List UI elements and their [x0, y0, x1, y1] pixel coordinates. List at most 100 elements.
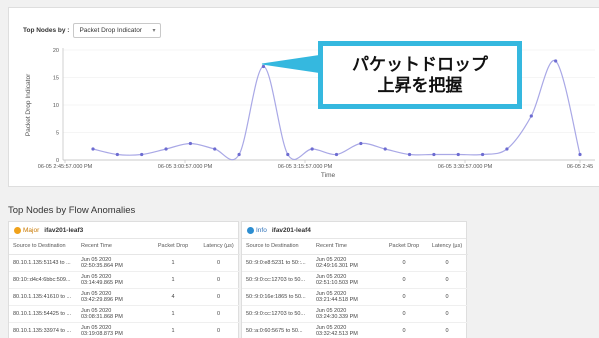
data-point: [140, 152, 144, 157]
callout-pointer: [261, 54, 324, 74]
latency-cell: 0: [426, 322, 468, 338]
data-point: [432, 152, 436, 157]
warning-icon: [14, 226, 21, 234]
data-point: [286, 152, 290, 157]
x-tick-label: 06-05 3:15:57.000 PM: [278, 164, 333, 170]
section-title: Top Nodes by Flow Anomalies: [8, 205, 136, 216]
y-tick-label: 20: [53, 48, 59, 54]
x-tick-label: 06-05 3:30:57.000 PM: [438, 164, 493, 170]
packet-drop-cell: 1: [149, 322, 197, 338]
recent-time-cell: Jun 05 2020 03:08:31.868 PM: [77, 305, 149, 323]
col-header[interactable]: Packet Drop: [149, 239, 197, 255]
flow-table: Source to Destination Recent Time Packet…: [9, 239, 240, 338]
flow-table: Source to Destination Recent Time Packet…: [242, 239, 468, 338]
source-destination-cell[interactable]: 50::9:0:16e:1865 to 50...: [242, 288, 312, 306]
table-row[interactable]: 80:10::d4c4:6bbc:509... Jun 05 2020 03:14:…: [9, 271, 240, 289]
x-tick-label: 06-05 2:45:57.000 PM: [38, 164, 93, 170]
data-point: [164, 147, 168, 151]
table-row[interactable]: 50::9:0:16e:1865 to 50... Jun 05 2020 03:2…: [242, 288, 468, 306]
col-header[interactable]: Source to Destination: [242, 239, 312, 255]
table-row[interactable]: 50::9:0:cc:12703 to 50... Jun 05 2020 03:2…: [242, 305, 468, 323]
packet-drop-cell: 4: [149, 288, 197, 306]
x-tick-label: 06-05 3:00:57.000 PM: [158, 164, 213, 170]
node-name[interactable]: ifav201-leaf3: [44, 227, 83, 234]
severity-badge: Info: [247, 226, 267, 234]
recent-clock-time: 03:14:49.865 PM: [81, 279, 123, 286]
table-row[interactable]: 80.10.1.135:51143 to ... Jun 05 2020 02:50…: [9, 254, 240, 272]
source-destination-cell[interactable]: 50::9:0:e8:5231 to 50::...: [242, 254, 312, 272]
source-destination-cell[interactable]: 50::9:0:cc:12703 to 50...: [242, 271, 312, 289]
latency-cell: 0: [197, 254, 240, 272]
callout-line-1: パケットドロップ: [352, 55, 488, 74]
severity-label: Info: [256, 226, 267, 234]
table-row[interactable]: 50::a:0:60:5675 to 50... Jun 05 2020 03:32…: [242, 322, 468, 338]
recent-time-cell: Jun 05 2020 02:49:16.301 PM: [312, 254, 382, 272]
source-destination-cell[interactable]: 50::a:0:60:5675 to 50...: [242, 322, 312, 338]
data-point: [359, 141, 363, 146]
data-point: [578, 152, 582, 157]
data-point: [383, 147, 387, 151]
data-point: [115, 152, 119, 157]
source-destination-cell[interactable]: 50::9:0:cc:12703 to 50...: [242, 305, 312, 323]
table-row[interactable]: 80.10.1.135:33974 to ... Jun 05 2020 03:19…: [9, 322, 240, 338]
data-point: [310, 147, 314, 151]
source-destination-cell[interactable]: 80.10.1.135:51143 to ...: [9, 254, 77, 272]
recent-clock-time: 03:32:42.513 PM: [316, 330, 358, 337]
data-point: [237, 152, 241, 157]
recent-clock-time: 03:24:30.339 PM: [316, 313, 358, 320]
latency-cell: 0: [197, 271, 240, 289]
data-point: [481, 152, 485, 157]
recent-time-cell: Jun 05 2020 03:42:29.896 PM: [77, 288, 149, 306]
recent-clock-time: 03:21:44.518 PM: [316, 296, 358, 303]
packet-drop-cell: 0: [382, 271, 426, 289]
data-point: [91, 147, 95, 151]
recent-clock-time: 02:50:35.864 PM: [81, 262, 123, 269]
col-header[interactable]: Source to Destination: [9, 239, 77, 255]
callout-line-2: 上昇を把握: [377, 76, 463, 95]
recent-clock-time: 03:19:08.873 PM: [81, 330, 123, 337]
col-header[interactable]: Latency (µs): [197, 239, 240, 255]
data-point: [188, 141, 192, 146]
packet-drop-cell: 0: [382, 254, 426, 272]
data-point: [554, 59, 558, 63]
data-point: [456, 152, 460, 157]
recent-time-cell: Jun 05 2020 03:32:42.513 PM: [312, 322, 382, 338]
table-row[interactable]: 50::9:0:e8:5231 to 50::... Jun 05 2020 02:…: [242, 254, 468, 272]
packet-drop-cell: 1: [149, 271, 197, 289]
table-row[interactable]: 80.10.1.135:41610 to ... Jun 05 2020 03:42…: [9, 288, 240, 306]
data-point: [261, 64, 266, 69]
severity-badge: Major: [14, 226, 39, 234]
y-tick-label: 5: [56, 131, 59, 137]
latency-cell: 0: [197, 322, 240, 338]
packet-drop-cell: 0: [382, 288, 426, 306]
latency-cell: 0: [197, 288, 240, 306]
recent-time-cell: Jun 05 2020 03:14:49.865 PM: [77, 271, 149, 289]
recent-time-cell: Jun 05 2020 02:50:35.864 PM: [77, 254, 149, 272]
data-point: [213, 147, 217, 151]
source-destination-cell[interactable]: 80:10::d4c4:6bbc:509...: [9, 271, 77, 289]
table-row[interactable]: 80.10.1.135:54425 to ... Jun 05 2020 03:08…: [9, 305, 240, 323]
col-header[interactable]: Recent Time: [77, 239, 149, 255]
node-name[interactable]: ifav201-leaf4: [272, 227, 311, 234]
packet-drop-cell: 1: [149, 254, 197, 272]
recent-clock-time: 03:42:29.896 PM: [81, 296, 123, 303]
data-point: [334, 152, 339, 157]
data-point: [505, 147, 509, 151]
data-point: [529, 114, 533, 118]
anomaly-card-info: Info ifav201-leaf4 Source to Destination…: [241, 221, 468, 338]
packet-drop-cell: 1: [149, 305, 197, 323]
recent-clock-time: 02:51:10.503 PM: [316, 279, 358, 286]
data-point: [407, 152, 412, 157]
x-tick-label: 06-05 2:45: [567, 164, 593, 170]
x-axis-title: Time: [321, 172, 336, 179]
latency-cell: 0: [197, 305, 240, 323]
anomaly-card-major: Major ifav201-leaf3 Source to Destinatio…: [8, 221, 240, 338]
source-destination-cell[interactable]: 80.10.1.135:54425 to ...: [9, 305, 77, 323]
col-header[interactable]: Latency (µs): [426, 239, 468, 255]
col-header[interactable]: Recent Time: [312, 239, 382, 255]
table-row[interactable]: 50::9:0:cc:12703 to 50... Jun 05 2020 02:5…: [242, 271, 468, 289]
source-destination-cell[interactable]: 80.10.1.135:33974 to ...: [9, 322, 77, 338]
recent-time-cell: Jun 05 2020 03:21:44.518 PM: [312, 288, 382, 306]
source-destination-cell[interactable]: 80.10.1.135:41610 to ...: [9, 288, 77, 306]
col-header[interactable]: Packet Drop: [382, 239, 426, 255]
